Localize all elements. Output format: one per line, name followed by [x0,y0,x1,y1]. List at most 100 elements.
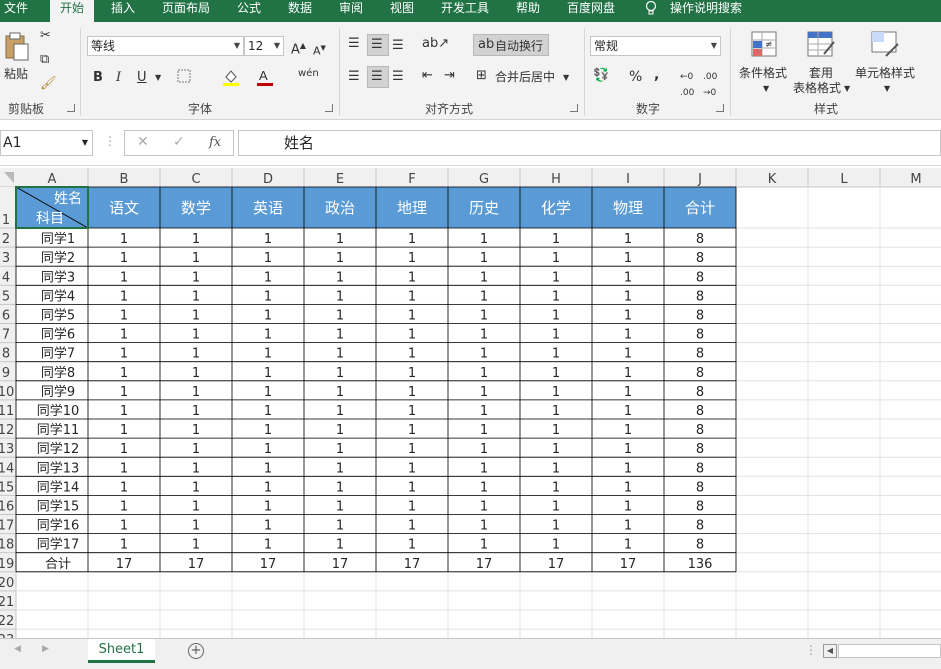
data-cell[interactable]: 8 [696,480,704,495]
tab-baidu-netdisk[interactable]: 百度网盘 [567,0,615,22]
row-name-cell[interactable]: 同学16 [37,518,80,534]
tab-file[interactable]: 文件 [4,0,28,22]
data-cell[interactable]: 1 [336,289,344,304]
data-cell[interactable]: 1 [120,404,128,419]
row-header[interactable]: 22 [0,614,14,629]
data-cell[interactable]: 1 [480,328,488,343]
row-name-cell[interactable]: 同学8 [41,365,75,381]
data-cell[interactable]: 1 [264,500,272,515]
row-header[interactable]: 14 [0,461,14,476]
tab-data[interactable]: 数据 [288,0,312,22]
data-cell[interactable]: 8 [696,232,704,247]
row-header[interactable]: 5 [2,289,10,304]
data-cell[interactable]: 8 [696,500,704,515]
font-name-combo[interactable]: 等线 ▼ [87,36,244,56]
font-size-combo[interactable]: 12 ▼ [244,36,284,56]
sheet-tab[interactable]: Sheet1 [88,639,155,663]
column-header[interactable]: D [263,172,273,187]
data-cell[interactable]: 1 [120,461,128,476]
column-header[interactable]: C [191,172,200,187]
row-header[interactable]: 7 [2,328,10,343]
tab-formulas[interactable]: 公式 [237,0,261,22]
data-cell[interactable]: 1 [336,538,344,553]
data-cell[interactable]: 1 [336,347,344,362]
data-cell[interactable]: 1 [192,251,200,266]
format-as-table-line1[interactable]: 套用 [809,65,833,81]
copy-icon[interactable]: ⧉ [40,52,49,68]
data-cell[interactable]: 1 [624,480,632,495]
data-cell[interactable]: 1 [120,423,128,438]
data-cell[interactable]: 1 [120,442,128,457]
data-cell[interactable]: 1 [624,251,632,266]
data-cell[interactable]: 1 [552,328,560,343]
data-cell[interactable]: 1 [408,328,416,343]
data-cell[interactable]: 1 [264,270,272,285]
insert-function-icon[interactable]: fx [209,135,221,150]
data-cell[interactable]: 1 [408,347,416,362]
number-launcher-icon[interactable] [716,104,724,112]
row-header[interactable]: 10 [0,385,14,400]
column-header[interactable]: I [626,172,630,187]
row-header[interactable]: 19 [0,557,14,572]
data-cell[interactable]: 1 [408,289,416,304]
scroll-left-icon[interactable]: ◀ [823,644,837,658]
data-cell[interactable]: 1 [408,404,416,419]
data-cell[interactable]: 1 [336,461,344,476]
row-header[interactable]: 20 [0,576,14,591]
font-launcher-icon[interactable] [325,104,333,112]
data-cell[interactable]: 1 [552,309,560,324]
data-cell[interactable]: 1 [264,519,272,534]
column-header[interactable]: G [479,172,489,187]
data-cell[interactable]: 1 [624,423,632,438]
data-cell[interactable]: 8 [696,519,704,534]
tab-home[interactable]: 开始 [50,0,95,23]
underline-button[interactable]: U [137,70,147,86]
data-cell[interactable]: 8 [696,289,704,304]
row-header[interactable]: 13 [0,442,14,457]
data-cell[interactable]: 1 [624,461,632,476]
data-cell[interactable]: 17 [548,557,565,572]
data-cell[interactable]: 1 [480,366,488,381]
currency-icon[interactable]: 💱 [593,68,609,84]
merge-center-label[interactable]: 合并后居中 [495,69,555,85]
data-cell[interactable]: 1 [336,328,344,343]
data-cell[interactable]: 1 [264,385,272,400]
data-cell[interactable]: 1 [336,519,344,534]
data-cell[interactable]: 1 [408,251,416,266]
data-cell[interactable]: 8 [696,423,704,438]
data-cell[interactable]: 1 [120,538,128,553]
tab-review[interactable]: 审阅 [339,0,363,22]
data-cell[interactable]: 1 [552,519,560,534]
header-name-label[interactable]: 姓名 [54,191,82,207]
data-cell[interactable]: 8 [696,538,704,553]
data-cell[interactable]: 1 [624,232,632,247]
data-cell[interactable]: 1 [192,385,200,400]
column-header[interactable]: A [48,172,57,187]
data-cell[interactable]: 1 [624,309,632,324]
align-bottom-icon[interactable]: ☰ [392,38,404,54]
row-name-cell[interactable]: 同学15 [37,499,80,515]
column-header[interactable]: J [697,172,702,187]
increase-indent-icon[interactable]: ⇥ [444,68,455,84]
tab-view[interactable]: 视图 [390,0,414,22]
data-cell[interactable]: 1 [264,461,272,476]
data-cell[interactable]: 1 [408,442,416,457]
column-header[interactable]: F [408,172,415,187]
increase-decimal-icon[interactable]: ←0.00 [680,69,694,101]
decrease-indent-icon[interactable]: ⇤ [422,68,433,84]
data-cell[interactable]: 1 [480,519,488,534]
column-title[interactable]: 语文 [109,199,139,217]
data-cell[interactable]: 1 [552,366,560,381]
data-cell[interactable]: 1 [552,480,560,495]
data-cell[interactable]: 1 [480,404,488,419]
data-cell[interactable]: 1 [192,309,200,324]
paste-button[interactable]: 粘贴 [4,66,28,82]
data-cell[interactable]: 1 [264,480,272,495]
data-cell[interactable]: 1 [336,385,344,400]
row-name-cell[interactable]: 同学14 [37,479,80,495]
data-cell[interactable]: 1 [480,538,488,553]
data-cell[interactable]: 1 [120,519,128,534]
data-cell[interactable]: 8 [696,251,704,266]
data-cell[interactable]: 1 [552,251,560,266]
data-cell[interactable]: 1 [192,461,200,476]
